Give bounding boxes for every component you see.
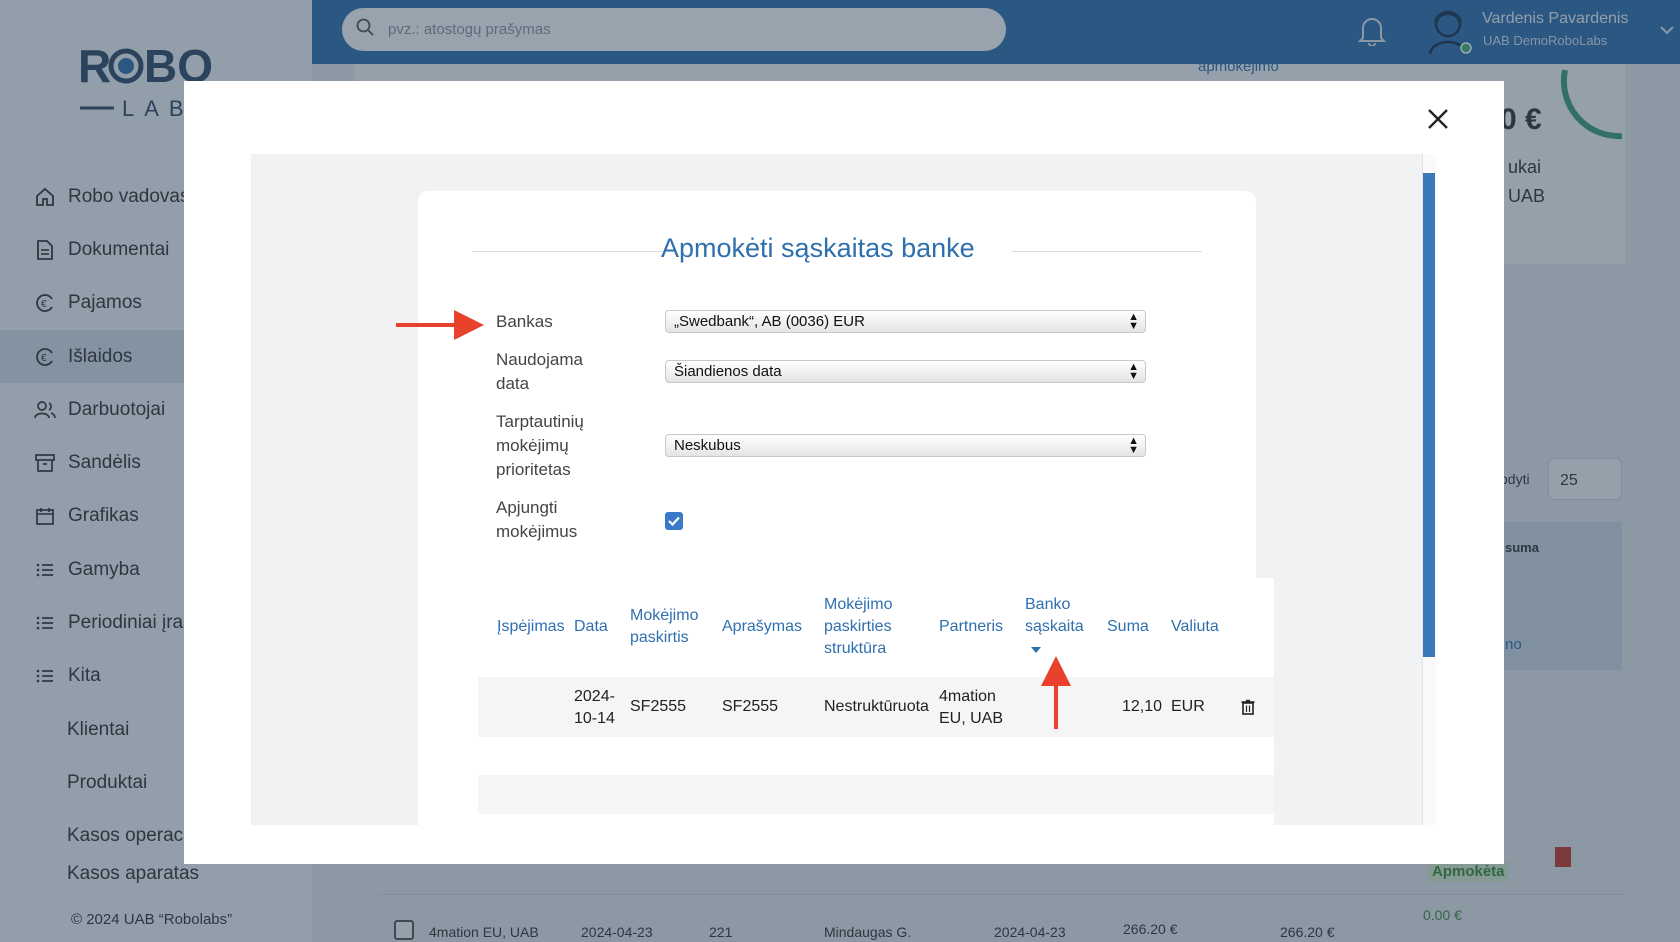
column-header-date[interactable]: Data bbox=[574, 616, 608, 638]
select-arrows-icon: ▲ ▼ bbox=[1128, 435, 1139, 456]
date-label-line: Naudojama bbox=[496, 350, 583, 369]
column-header-warning[interactable]: Įspėjimas bbox=[497, 616, 565, 638]
column-header-payment-purpose[interactable]: Mokėjimo paskirtis bbox=[630, 605, 698, 649]
table-row-empty bbox=[478, 775, 1274, 814]
title-divider-right bbox=[1012, 251, 1202, 252]
priority-select-value: Neskubus bbox=[674, 437, 741, 454]
cell-partner: 4mation EU, UAB bbox=[939, 686, 1003, 730]
title-divider-left bbox=[472, 251, 662, 252]
column-header-line: sąskaita bbox=[1025, 618, 1084, 635]
cell-partner-line: EU, UAB bbox=[939, 710, 1004, 727]
priority-label-line: mokėjimų bbox=[496, 436, 569, 455]
cell-description: SF2555 bbox=[722, 698, 779, 715]
column-header-purpose-structure[interactable]: Mokėjimo paskirties struktūra bbox=[824, 594, 892, 660]
annotation-arrow-up-icon bbox=[1041, 656, 1071, 729]
priority-label-line: Tarptautinių bbox=[496, 412, 584, 431]
cell-amount: 12,10 bbox=[1122, 698, 1163, 715]
priority-select[interactable]: Neskubus ▲ ▼ bbox=[665, 434, 1146, 457]
cell-currency: EUR bbox=[1171, 698, 1205, 715]
cell-purpose-structure: Nestruktūruota bbox=[824, 698, 929, 715]
column-header-description[interactable]: Aprašymas bbox=[722, 616, 802, 638]
bank-select-value: „Swedbank“, AB (0036) EUR bbox=[674, 313, 865, 330]
column-header-line: struktūra bbox=[824, 640, 887, 657]
date-select-value: Šiandienos data bbox=[674, 363, 782, 380]
merge-label-line: mokėjimus bbox=[496, 522, 578, 541]
merge-label: Apjungti mokėjimus bbox=[496, 496, 577, 544]
column-header-partner[interactable]: Partneris bbox=[939, 616, 1003, 638]
column-header-line: Mokėjimo bbox=[824, 596, 893, 613]
cell-date: 2024- 10-14 bbox=[574, 686, 615, 730]
column-header-currency[interactable]: Valiuta bbox=[1171, 616, 1219, 638]
cell-date-line: 2024- bbox=[574, 688, 615, 705]
column-header-bank-account[interactable]: Banko sąskaita bbox=[1025, 594, 1084, 660]
column-header-amount[interactable]: Suma bbox=[1107, 616, 1149, 638]
merge-payments-checkbox[interactable] bbox=[665, 512, 683, 530]
column-header-line: paskirties bbox=[824, 618, 892, 635]
date-label: Naudojama data bbox=[496, 348, 583, 396]
bank-label: Bankas bbox=[496, 312, 553, 331]
close-icon[interactable] bbox=[1425, 106, 1451, 132]
cell-payment-purpose: SF2555 bbox=[630, 698, 687, 715]
bank-select[interactable]: „Swedbank“, AB (0036) EUR ▲ ▼ bbox=[665, 310, 1146, 333]
checkmark-icon bbox=[668, 516, 680, 526]
column-header-line: Mokėjimo bbox=[630, 607, 699, 624]
date-select[interactable]: Šiandienos data ▲ ▼ bbox=[665, 360, 1146, 383]
scrollbar-thumb[interactable] bbox=[1423, 173, 1435, 657]
select-arrows-icon: ▲ ▼ bbox=[1128, 311, 1139, 332]
priority-label-line: prioritetas bbox=[496, 460, 571, 479]
cell-date-line: 10-14 bbox=[574, 710, 615, 727]
date-label-line: data bbox=[496, 374, 530, 393]
merge-label-line: Apjungti bbox=[496, 498, 558, 517]
priority-label: Tarptautinių mokėjimų prioritetas bbox=[496, 410, 584, 482]
column-header-line: Banko bbox=[1025, 596, 1071, 613]
column-header-line: paskirtis bbox=[630, 629, 689, 646]
annotation-arrow-right-icon bbox=[396, 310, 484, 340]
select-arrows-icon: ▲ ▼ bbox=[1128, 361, 1139, 382]
page-title: Apmokėti sąskaitas banke bbox=[661, 233, 975, 263]
cell-partner-line: 4mation bbox=[939, 688, 996, 705]
trash-icon[interactable] bbox=[1241, 699, 1255, 720]
